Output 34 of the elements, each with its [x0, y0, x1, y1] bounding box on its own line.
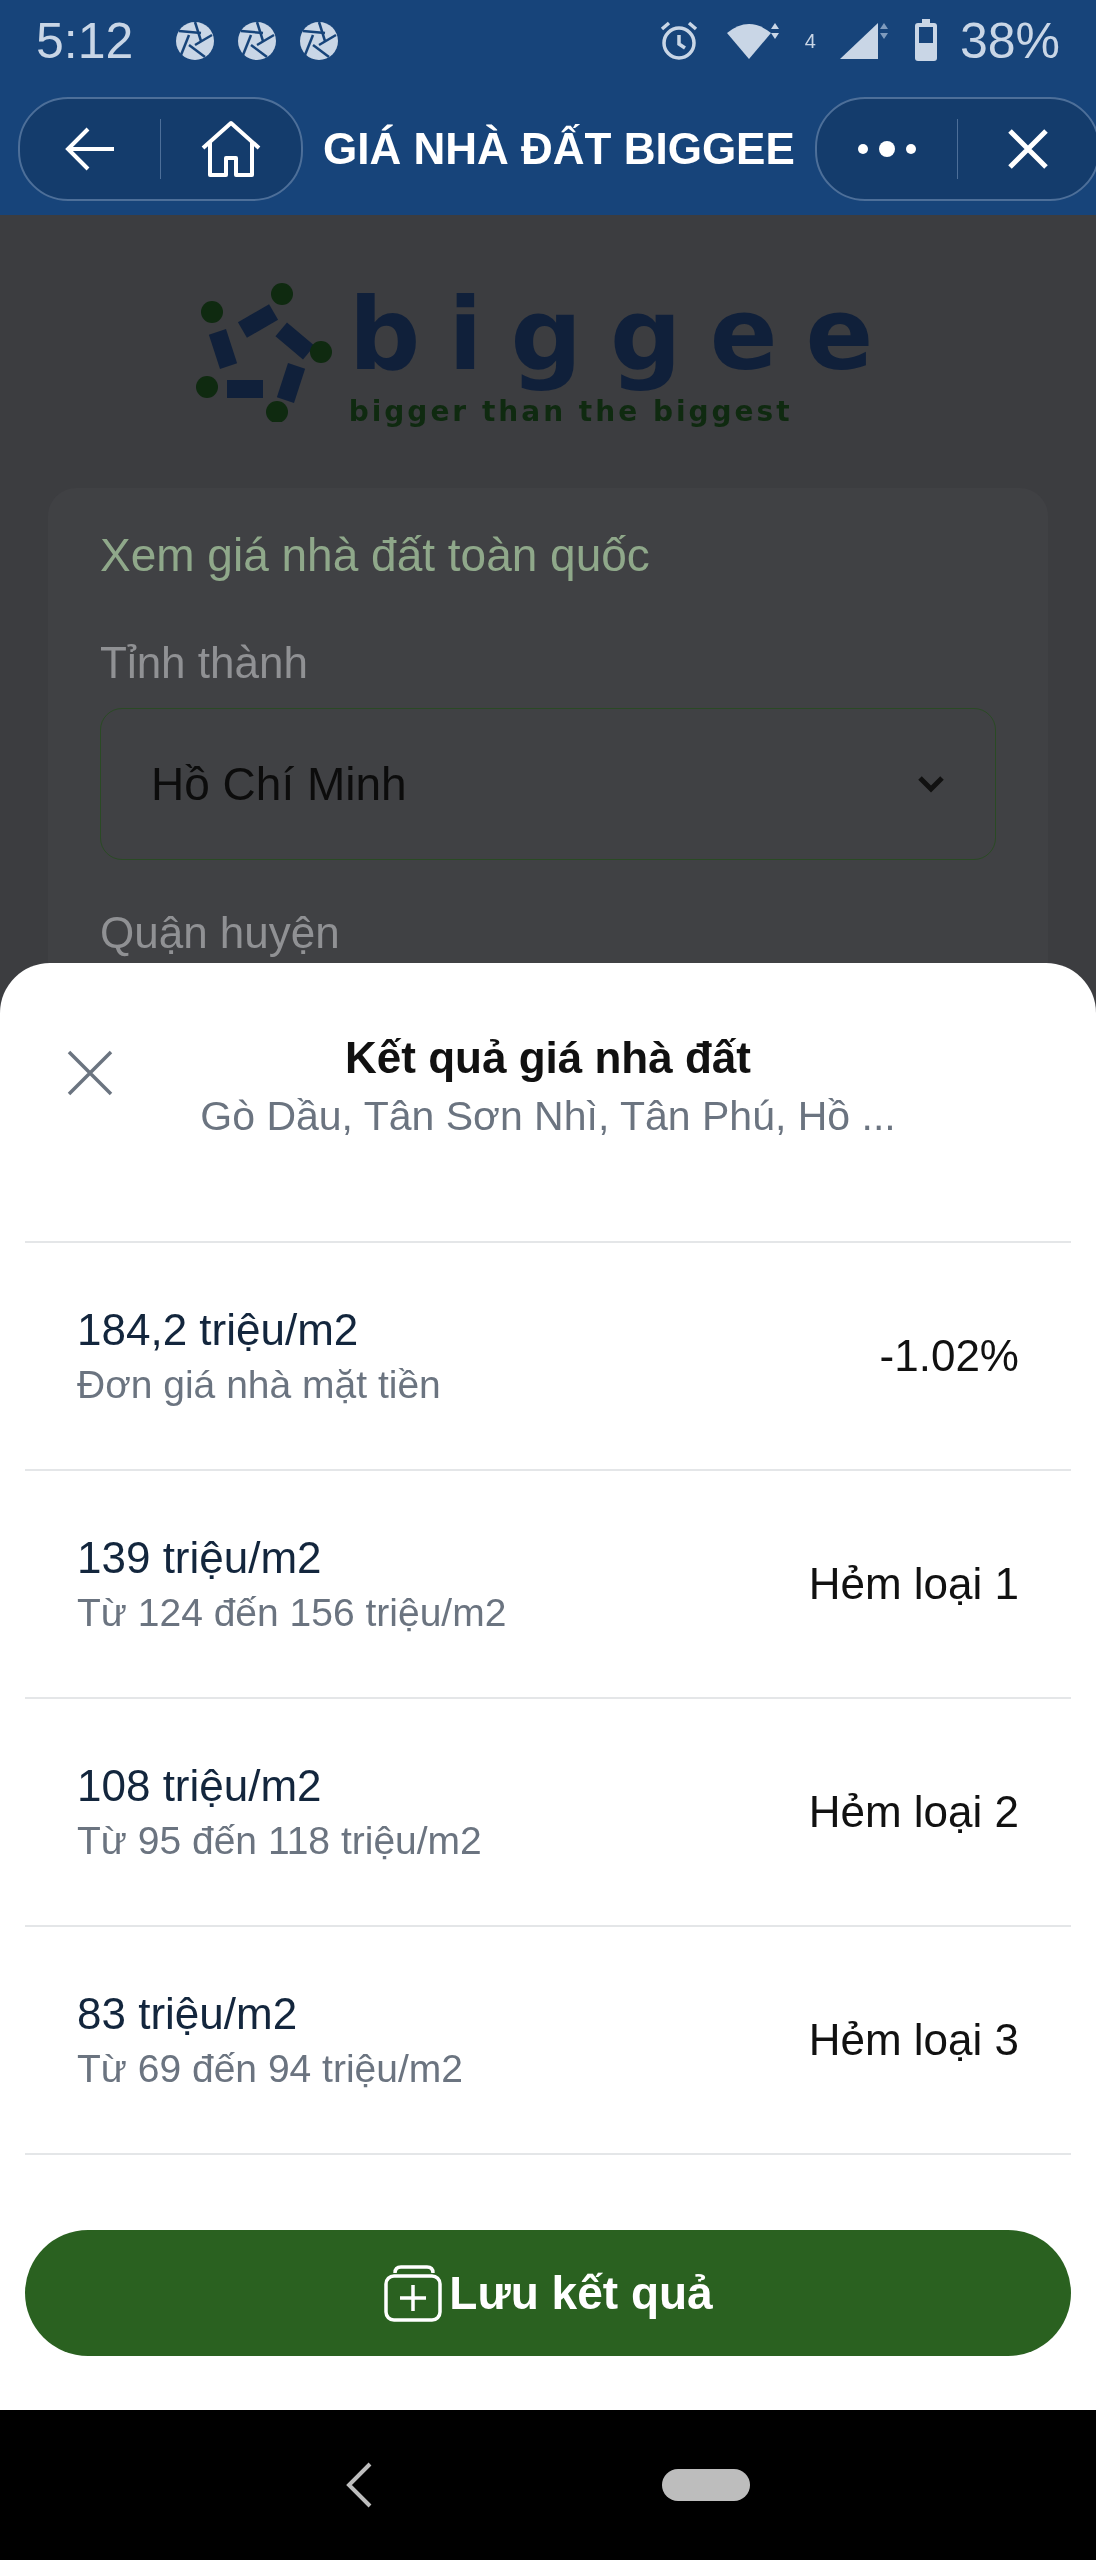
field-label: Tỉnh thành	[100, 638, 309, 688]
logo-icon	[194, 281, 335, 422]
chevron-down-icon	[917, 775, 945, 793]
home-icon	[200, 119, 262, 178]
sheet-subtitle: Gò Dầu, Tân Sơn Nhì, Tân Phú, Hồ ...	[200, 1093, 896, 1140]
aperture-icon	[175, 21, 216, 61]
close-icon	[1005, 126, 1050, 171]
price-value: 139 triệu/m2	[77, 1533, 323, 1583]
price-detail: Từ 95 đến 118 triệu/m2	[77, 1819, 483, 1863]
aperture-icon	[237, 21, 278, 61]
battery-icon	[913, 19, 938, 63]
price-category: Hẻm loại 3	[808, 2015, 1019, 2065]
price-detail: Đơn giá nhà mặt tiền	[77, 1363, 442, 1407]
price-value: 83 triệu/m2	[77, 1989, 299, 2039]
price-value: 108 triệu/m2	[77, 1761, 323, 1811]
page-title: GIÁ NHÀ ĐẤT BIGGEE	[323, 123, 795, 174]
price-category: Hẻm loại 1	[808, 1559, 1019, 1609]
sheet-title: Kết quả giá nhà đất	[345, 1033, 751, 1083]
back-icon[interactable]	[346, 2462, 372, 2508]
price-detail: Từ 69 đến 94 triệu/m2	[77, 2047, 464, 2091]
status-time: 5:12	[36, 12, 134, 70]
network-type: 4	[804, 29, 816, 53]
aperture-icon	[299, 21, 340, 61]
price-detail: Từ 124 đến 156 triệu/m2	[77, 1591, 508, 1635]
add-folder-icon	[383, 2263, 444, 2323]
close-icon	[67, 1050, 113, 1096]
price-category: Hẻm loại 2	[808, 1787, 1019, 1837]
home-pill[interactable]	[662, 2469, 750, 2501]
field-label: Quận huyện	[100, 908, 341, 958]
battery-level: 38%	[959, 12, 1060, 70]
form-heading: Xem giá nhà đất toàn quốc	[100, 528, 651, 582]
price-category: -1.02%	[879, 1331, 1019, 1381]
price-value: 184,2 triệu/m2	[77, 1305, 360, 1355]
save-result-button[interactable]: Lưu kết quả	[25, 2230, 1071, 2356]
